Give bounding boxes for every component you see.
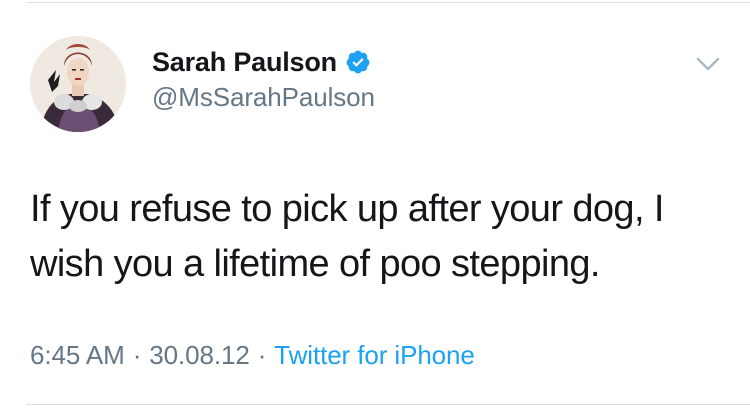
verified-badge-icon: [346, 50, 370, 74]
display-name-row: Sarah Paulson: [152, 44, 371, 80]
meta-separator: ·: [257, 340, 267, 370]
avatar[interactable]: [30, 36, 126, 132]
tweet-time[interactable]: 6:45 AM: [30, 340, 125, 370]
display-name[interactable]: Sarah Paulson: [152, 47, 337, 78]
tweet-source-link[interactable]: Twitter for iPhone: [274, 340, 475, 370]
top-divider: [26, 2, 750, 3]
tweet-date[interactable]: 30.08.12: [149, 340, 250, 370]
tweet-meta: 6:45 AM · 30.08.12 · Twitter for iPhone: [30, 340, 475, 371]
meta-separator: ·: [132, 340, 142, 370]
tweet-text-line: If you refuse to pick up after your dog,…: [30, 188, 664, 230]
user-handle[interactable]: @MsSarahPaulson: [152, 82, 375, 113]
chevron-down-icon[interactable]: [690, 50, 726, 78]
tweet-text: If you refuse to pick up after your dog,…: [30, 182, 730, 292]
avatar-image: [30, 36, 126, 132]
tweet-text-line: wish you a lifetime of poo stepping.: [30, 243, 600, 285]
bottom-divider: [26, 404, 750, 405]
